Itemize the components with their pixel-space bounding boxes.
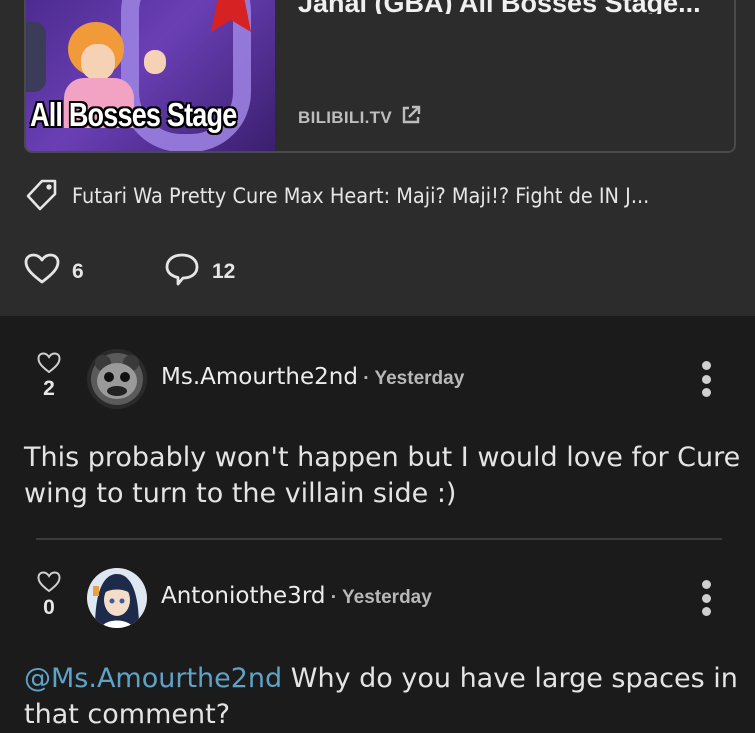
comment-body: This probably won't happen but I would l… [24, 442, 741, 509]
heart-icon [37, 571, 61, 597]
heart-icon [24, 253, 60, 291]
comment-vote[interactable]: 2 [36, 352, 62, 400]
tag-label: Futari Wa Pretty Cure Max Heart: Maji? M… [72, 184, 650, 208]
link-source[interactable]: BILIBILI.TV [298, 104, 422, 131]
comment-count: 12 [212, 260, 236, 283]
vote-count: 2 [43, 377, 55, 400]
comment-header: Ms.Amourthe2nd · Yesterday [161, 364, 464, 390]
more-options-icon[interactable] [698, 580, 714, 616]
external-link-icon [400, 104, 422, 131]
tag-row[interactable]: Futari Wa Pretty Cure Max Heart: Maji? M… [24, 176, 699, 216]
comment-time: Yesterday [374, 368, 465, 389]
thumbnail-shape [81, 44, 115, 80]
link-thumbnail: All Bosses Stage [26, 0, 275, 151]
separator: · [325, 587, 343, 608]
comment-vote[interactable]: 0 [36, 571, 62, 619]
post-card: All Bosses Stage Janai (GBA) All Bosses … [0, 0, 755, 316]
comment-body: @Ms.Amourthe2nd Why do you have large sp… [24, 661, 744, 733]
like-button[interactable]: 6 [24, 253, 164, 291]
thumbnail-shape [144, 50, 166, 74]
like-count: 6 [72, 260, 84, 283]
more-options-icon[interactable] [698, 361, 714, 397]
link-source-label: BILIBILI.TV [298, 107, 392, 127]
heart-icon [37, 352, 61, 378]
link-preview-card[interactable]: All Bosses Stage Janai (GBA) All Bosses … [24, 0, 736, 153]
comment-button[interactable]: 12 [164, 252, 235, 292]
post-stats: 6 12 [24, 252, 235, 292]
avatar[interactable] [87, 349, 147, 409]
link-title[interactable]: Janai (GBA) All Bosses Stage... [298, 0, 701, 14]
vote-count: 0 [43, 596, 55, 619]
username[interactable]: Antoniothe3rd [161, 583, 325, 609]
thumbnail-shape [26, 22, 46, 92]
avatar[interactable] [87, 568, 147, 628]
thumbnail-caption: All Bosses Stage [30, 96, 237, 133]
speech-bubble-icon [164, 252, 200, 292]
mention-link[interactable]: @Ms.Amourthe2nd [24, 663, 282, 694]
username[interactable]: Ms.Amourthe2nd [161, 364, 358, 390]
separator: · [357, 368, 375, 389]
comment-time: Yesterday [342, 587, 432, 608]
tag-icon [24, 176, 60, 216]
divider [36, 538, 722, 540]
comment-header: Antoniothe3rd · Yesterday [161, 583, 432, 609]
